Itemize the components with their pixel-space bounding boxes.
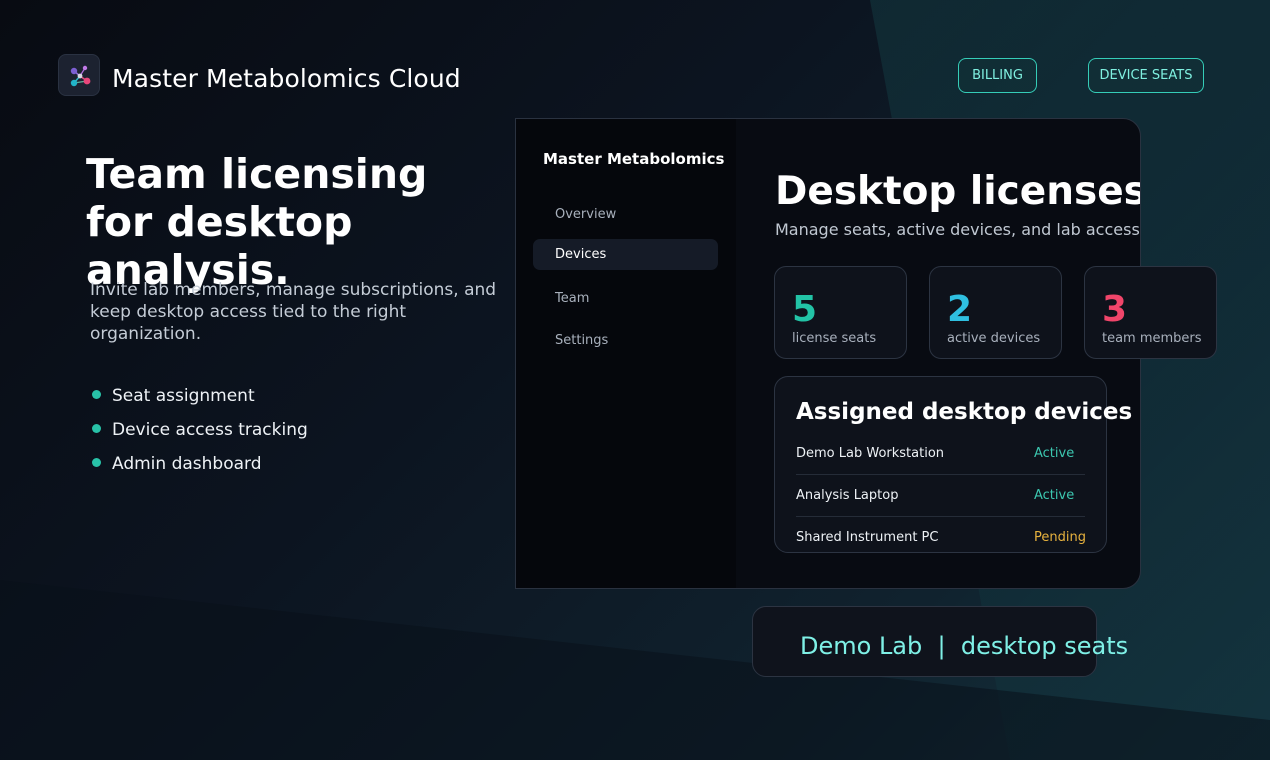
sidebar-item-overview[interactable]: Overview xyxy=(533,199,718,230)
stat-value: 3 xyxy=(1102,289,1128,330)
device-name: Analysis Laptop xyxy=(796,488,899,503)
feature-label: Device access tracking xyxy=(112,420,308,440)
sidebar-item-devices[interactable]: Devices xyxy=(533,239,718,270)
device-row[interactable]: Demo Lab Workstation Active xyxy=(796,433,1085,475)
stat-value: 5 xyxy=(792,289,818,330)
feature-label: Admin dashboard xyxy=(112,454,262,474)
device-name: Demo Lab Workstation xyxy=(796,446,945,461)
device-status: Active xyxy=(1034,488,1075,503)
stat-card-team-members: 3 team members xyxy=(1084,266,1217,359)
stat-label: team members xyxy=(1102,331,1202,346)
stat-card-active-devices: 2 active devices xyxy=(929,266,1062,359)
page-title: Desktop licenses xyxy=(775,169,1141,214)
assigned-devices-panel: Assigned desktop devices Demo Lab Workst… xyxy=(774,376,1132,553)
hero-title: Team licensing for desktop analysis. xyxy=(86,150,428,294)
sidebar-brand: Master Metabolomics xyxy=(543,150,725,168)
feature-list: Seat assignment Device access tracking A… xyxy=(92,384,308,486)
lab-seats-label: Demo Lab | desktop seats xyxy=(800,632,1129,660)
bullet-dot-icon xyxy=(92,458,101,467)
device-row[interactable]: Analysis Laptop Active xyxy=(796,475,1085,517)
sidebar-item-team[interactable]: Team xyxy=(533,283,718,314)
device-status: Pending xyxy=(1034,530,1086,545)
billing-button[interactable]: BILLING xyxy=(958,58,1037,93)
lab-seats-card: Demo Lab | desktop seats xyxy=(752,606,1128,677)
feature-item: Device access tracking xyxy=(92,418,308,452)
stat-value: 2 xyxy=(947,289,973,330)
device-row[interactable]: Shared Instrument PC Pending xyxy=(796,517,1086,559)
stat-card-license-seats: 5 license seats xyxy=(774,266,907,359)
bullet-dot-icon xyxy=(92,424,101,433)
device-name: Shared Instrument PC xyxy=(796,530,939,545)
molecule-network-icon xyxy=(70,65,91,87)
feature-item: Seat assignment xyxy=(92,384,308,418)
hero-subtitle: Invite lab members, manage subscriptions… xyxy=(90,280,497,344)
stat-label: license seats xyxy=(792,331,877,346)
feature-label: Seat assignment xyxy=(112,386,255,406)
page-subtitle: Manage seats, active devices, and lab ac… xyxy=(775,220,1141,239)
device-seats-button[interactable]: DEVICE SEATS xyxy=(1088,58,1204,93)
bullet-dot-icon xyxy=(92,390,101,399)
app-title: Master Metabolomics Cloud xyxy=(112,64,461,93)
devices-panel-title: Assigned desktop devices xyxy=(796,399,1133,425)
feature-item: Admin dashboard xyxy=(92,452,308,486)
app-logo[interactable] xyxy=(58,54,100,96)
sidebar: Master Metabolomics Overview Devices Tea… xyxy=(516,119,736,588)
device-status: Active xyxy=(1034,446,1075,461)
stat-label: active devices xyxy=(947,331,1041,346)
sidebar-item-settings[interactable]: Settings xyxy=(533,325,718,356)
